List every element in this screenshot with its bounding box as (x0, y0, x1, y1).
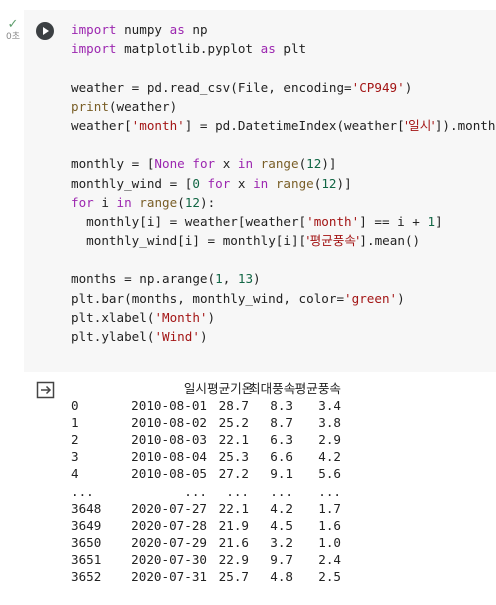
output-cell: 5.6 (318, 466, 341, 482)
output-cell: 2020-07-27 (131, 500, 207, 516)
output-row: 3650 2020-07-29 21.6 3.2 1.0 (71, 534, 341, 551)
output-cell: 2020-07-30 (131, 551, 207, 567)
output-header-row: 일시평균기온최대풍속평균풍속 (71, 380, 341, 397)
execution-status: ✓ 0초 (3, 18, 23, 42)
output-cell: 21.9 (218, 517, 249, 533)
output-cell: 9.7 (270, 551, 293, 567)
output-cell: 3.4 (318, 398, 341, 414)
check-icon: ✓ (7, 17, 19, 32)
output-cell: 3650 (71, 534, 102, 550)
output-cell: 2020-07-28 (131, 517, 207, 533)
output-cell: 2010-08-02 (131, 415, 207, 431)
code-line: print(weather) (71, 98, 178, 114)
output-cell: 6.3 (270, 432, 293, 448)
output-cell: 3651 (71, 551, 102, 567)
output-cell: 22.1 (218, 500, 249, 516)
output-cell: 1.6 (318, 517, 341, 533)
cell-gutter: ✓ 0초 (0, 0, 24, 605)
output-cell: 3652 (71, 569, 102, 585)
output-cell: 2.5 (318, 569, 341, 585)
code-line: import matplotlib.pyplot as plt (71, 41, 307, 57)
output-cell: 22.9 (218, 551, 249, 567)
output-cell: 8.3 (270, 398, 293, 414)
code-line: monthly_wind[i] = monthly[i]['평균풍속'].mea… (86, 233, 421, 249)
code-line: weather['month'] = pd.DatetimeIndex(weat… (71, 117, 496, 133)
output-cell: 평균기온 (207, 381, 254, 396)
play-icon (43, 27, 49, 35)
output-cell: 4.5 (270, 517, 293, 533)
output-cell: 평균풍속 (294, 381, 341, 396)
output-cell: 3648 (71, 500, 102, 516)
output-cell: 1 (71, 415, 79, 431)
output-cell: 일시 (183, 381, 207, 396)
output-cell: 2010-08-01 (131, 398, 207, 414)
output-cell: 25.7 (218, 569, 249, 585)
output-cell: 최대풍속 (249, 381, 296, 396)
output-cell: 4 (71, 466, 79, 482)
output-cell: 3.2 (270, 534, 293, 550)
output-cell: 2020-07-29 (131, 534, 207, 550)
output-row: 3652 2020-07-31 25.7 4.8 2.5 (71, 568, 341, 585)
output-text: 일시평균기온최대풍속평균풍속 0 2010-08-01 28.7 8.3 3.4 1 2010… (71, 380, 341, 585)
output-cell: 1.0 (318, 534, 341, 550)
output-cell: 3.8 (318, 415, 341, 431)
output-cell: 2010-08-04 (131, 449, 207, 465)
code-line: plt.ylabel('Wind') (71, 329, 208, 344)
output-cell: 2020-07-31 (131, 569, 207, 585)
output-cell: 2010-08-03 (131, 432, 207, 448)
output-cell: 27.2 (218, 466, 249, 482)
output-row: 4 2010-08-05 27.2 9.1 5.6 (71, 465, 341, 482)
output-cell: 2.4 (318, 551, 341, 567)
code-line: weather = pd.read_csv(File, encoding='CP… (71, 79, 413, 95)
output-row: 0 2010-08-01 28.7 8.3 3.4 (71, 397, 341, 414)
output-cell: ... (226, 483, 249, 499)
output-row: 3 2010-08-04 25.3 6.6 4.2 (71, 448, 341, 465)
output-cell: 2 (71, 432, 79, 448)
code-line: plt.xlabel('Month') (71, 309, 216, 325)
output-row: 2 2010-08-03 22.1 6.3 2.9 (71, 431, 341, 448)
output-redirect-icon[interactable] (36, 381, 56, 399)
output-cell: 4.2 (318, 449, 341, 465)
run-cell-button[interactable] (36, 22, 54, 40)
output-row: ............... (71, 483, 341, 500)
output-cell: 2010-08-05 (131, 466, 207, 482)
code-line: monthly[i] = weather[weather['month'] ==… (86, 213, 443, 229)
output-cell: 22.1 (218, 432, 249, 448)
output-cell: 3649 (71, 517, 102, 533)
output-cell: 9.1 (270, 466, 293, 482)
code-line: import numpy as np (71, 22, 208, 37)
output-cell: 28.7 (218, 398, 249, 414)
output-row: 1 2010-08-02 25.2 8.7 3.8 (71, 414, 341, 431)
code-line: months = np.arange(1, 13) (71, 271, 261, 287)
output-cell: 3 (71, 449, 79, 465)
output-cell: 25.2 (218, 415, 249, 431)
output-cell: 25.3 (218, 449, 249, 465)
output-row: 3649 2020-07-28 21.9 4.5 1.6 (71, 517, 341, 534)
output-cell: 4.2 (270, 500, 293, 516)
output-cell: 2.9 (318, 432, 341, 448)
output-cell: 4.8 (270, 569, 293, 585)
output-row: 3651 2020-07-30 22.9 9.7 2.4 (71, 551, 341, 568)
output-cell: ... (71, 483, 94, 499)
code-line: monthly = [None for x in range(12)] (71, 156, 337, 172)
code-line: plt.bar(months, monthly_wind, color='gre… (71, 290, 405, 306)
code-editor[interactable]: import numpy as np import matplotlib.pypl… (71, 20, 495, 346)
output-cell: 1.7 (318, 500, 341, 516)
execution-time: 0초 (5, 32, 20, 42)
output-cell: ... (270, 483, 293, 499)
code-line: monthly_wind = [0 for x in range(12)] (71, 175, 352, 191)
output-cell: 8.7 (270, 415, 293, 431)
output-cell: 21.6 (218, 534, 249, 550)
output-cell: 6.6 (270, 449, 293, 465)
output-cell: ... (318, 483, 341, 499)
output-cell: ... (184, 483, 207, 499)
output-cell: 0 (71, 398, 79, 414)
output-row: 3648 2020-07-27 22.1 4.2 1.7 (71, 500, 341, 517)
code-line: for i in range(12): (71, 194, 216, 210)
